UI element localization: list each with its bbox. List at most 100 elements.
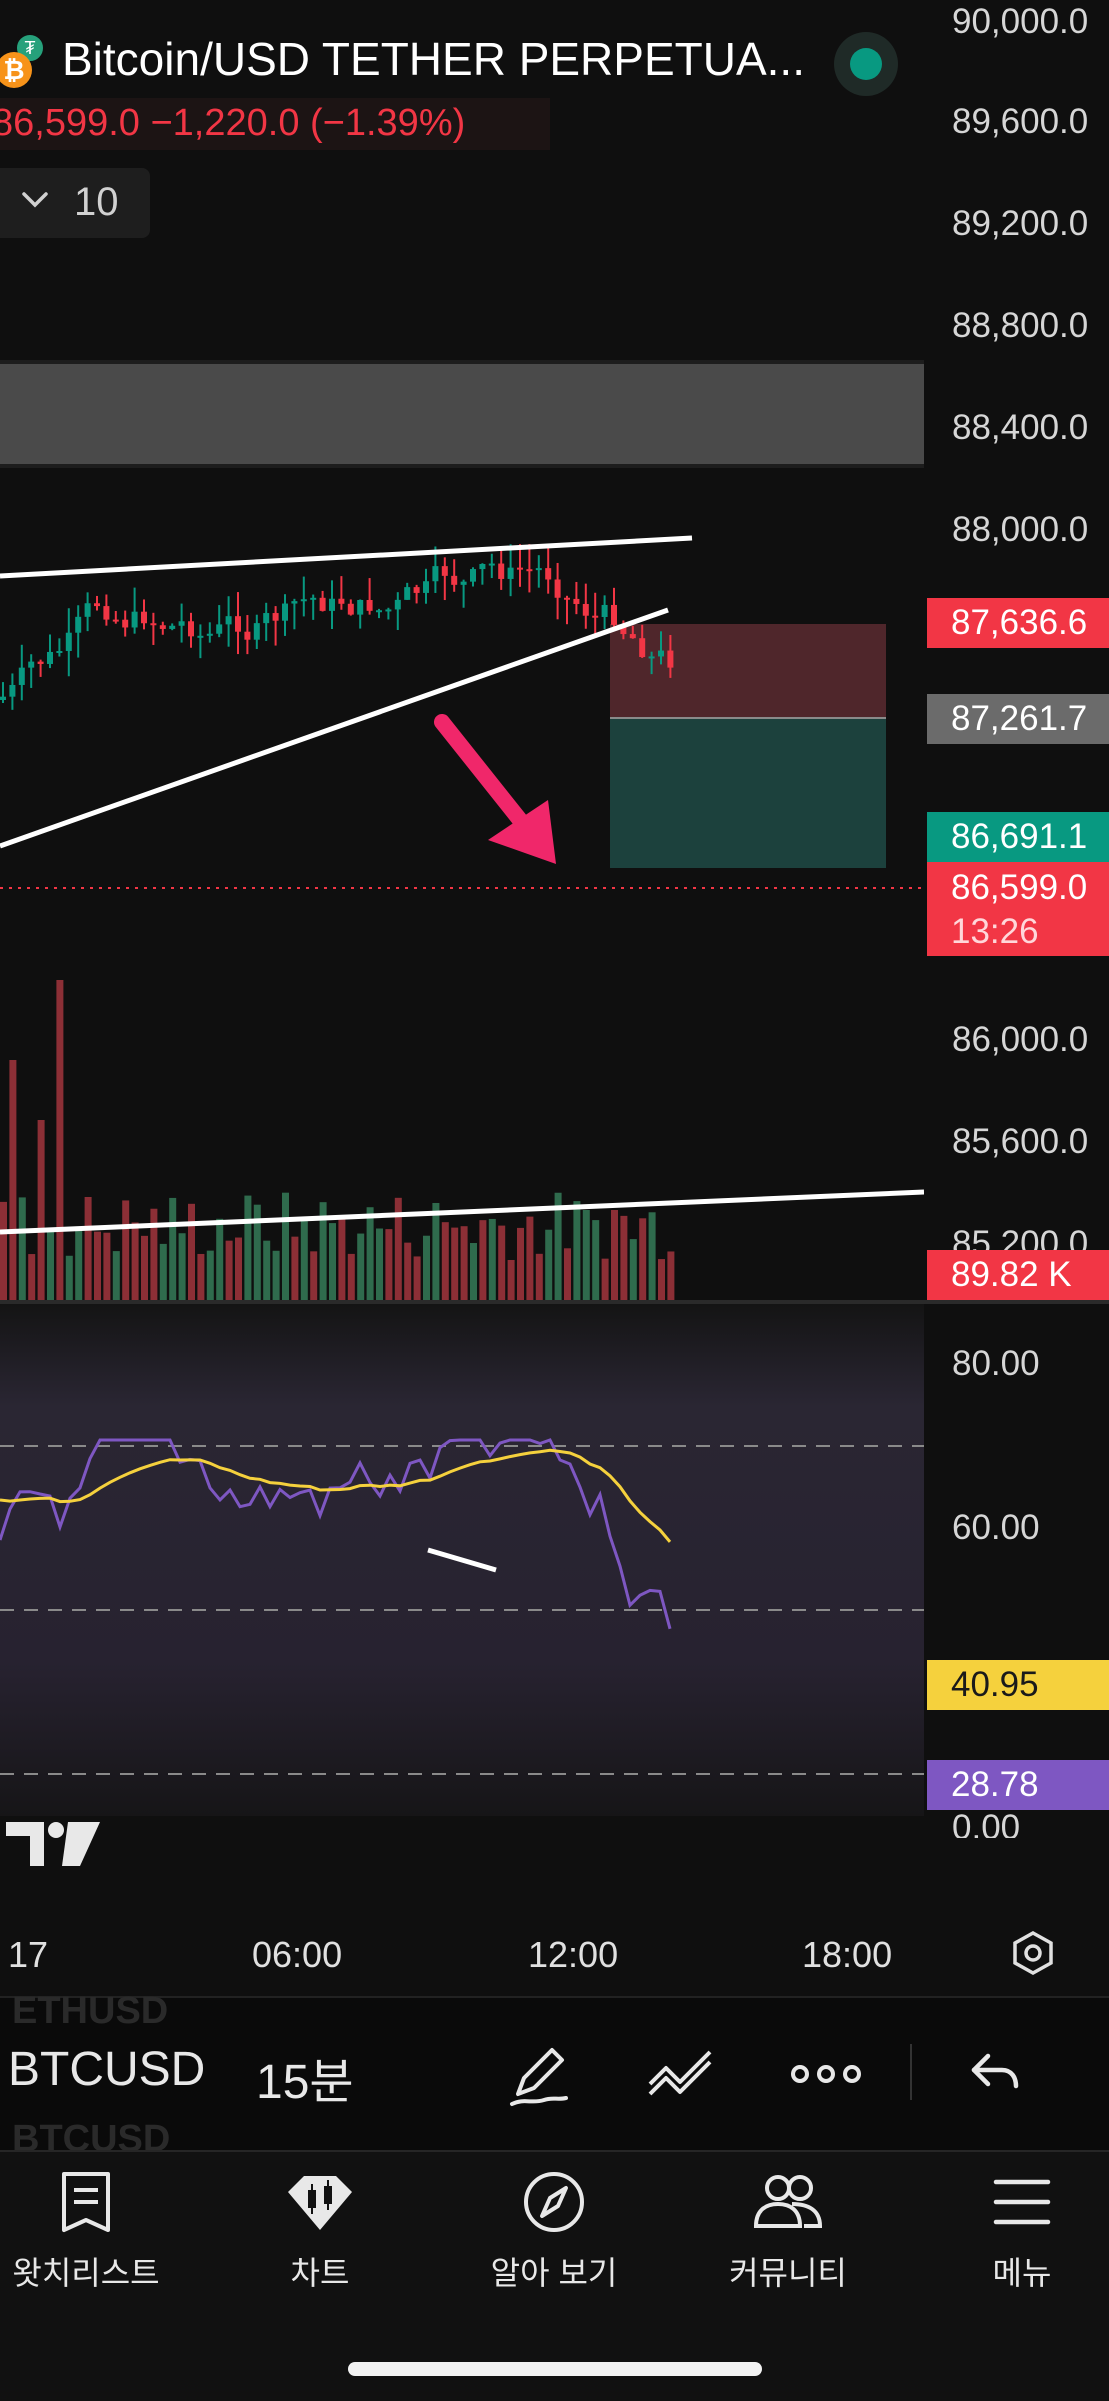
rsi-divergence-line — [427, 1547, 497, 1573]
volume-bar — [178, 1233, 186, 1300]
rsi-line — [0, 1438, 672, 1630]
volume-bar — [338, 1217, 346, 1300]
volume-bar — [620, 1215, 628, 1300]
candle-body — [639, 638, 646, 658]
volume-bar — [216, 1218, 224, 1300]
candle-body — [319, 597, 326, 611]
volume-bar — [460, 1226, 468, 1300]
volume-bar — [611, 1210, 618, 1300]
candle-body — [65, 632, 72, 652]
candle-body — [338, 598, 345, 604]
candle-body — [488, 563, 495, 566]
down-arrow-shaft — [434, 714, 528, 828]
candle-body — [629, 634, 636, 639]
volume-bar — [564, 1248, 571, 1300]
tradingview-logo-icon[interactable] — [6, 1818, 102, 1870]
candle-body — [159, 625, 166, 629]
volume-bar — [122, 1200, 130, 1300]
candle-body — [150, 623, 157, 626]
volume-bar — [56, 980, 64, 1300]
volume-bar — [65, 1255, 73, 1300]
candle-body — [329, 598, 335, 611]
time-axis-label: 17 — [8, 1934, 49, 1975]
volume-bar — [432, 1202, 440, 1300]
volume-bar — [479, 1220, 487, 1300]
volume-bar — [159, 1243, 167, 1300]
candle-body — [357, 599, 364, 615]
candle-body — [18, 667, 25, 685]
candle-body — [225, 616, 232, 625]
pen-icon[interactable] — [504, 2038, 576, 2110]
volume-bar — [84, 1196, 92, 1300]
candle-body — [451, 575, 458, 585]
volume-bar — [498, 1225, 506, 1300]
candle-body — [470, 569, 476, 582]
candle-body — [28, 661, 35, 668]
candle-body — [188, 621, 194, 637]
more-dots-icon[interactable] — [790, 2038, 862, 2110]
nav-item-watchlist[interactable]: 왓치리스트 — [0, 2170, 186, 2294]
volume-bar — [545, 1229, 553, 1300]
price-axis-label: 90,000.0 — [952, 2, 1089, 41]
entry-price-tag: 87,261.7 — [927, 694, 1109, 744]
candle-body — [300, 599, 307, 602]
line-chart-icon[interactable] — [646, 2038, 718, 2110]
volume-bar — [263, 1240, 271, 1300]
timeframe-selector[interactable]: 15분 — [256, 2042, 354, 2112]
price-axis-label: 88,000.0 — [952, 510, 1089, 549]
nav-item-menu[interactable]: 메뉴 — [922, 2170, 1109, 2294]
candle-body — [667, 650, 674, 668]
candle-body — [112, 619, 119, 622]
candle-body — [394, 599, 401, 610]
volume-bar — [235, 1237, 242, 1300]
candle-body — [554, 579, 561, 598]
candle-body — [498, 563, 505, 579]
candle-body — [272, 613, 279, 621]
volume-bar — [592, 1220, 600, 1300]
candle-body — [592, 615, 599, 618]
take-profit-price-tag: 86,691.1 — [927, 812, 1109, 862]
home-indicator[interactable] — [348, 2362, 762, 2376]
menu-icon — [993, 2179, 1051, 2225]
toolbar-separator — [910, 2044, 912, 2100]
hexagon-settings-icon[interactable] — [1010, 1930, 1056, 1976]
candle-body — [385, 609, 392, 612]
candle-body — [347, 603, 354, 615]
nav-label: 왓치리스트 — [12, 2255, 160, 2291]
rsi-axis-label: 60.00 — [952, 1508, 1040, 1547]
symbol-selector[interactable]: BTCUSD — [8, 2042, 205, 2097]
candle-body — [658, 650, 664, 657]
price-axis-label: 89,200.0 — [952, 204, 1089, 243]
volume-bar — [37, 1120, 45, 1300]
volume-bar — [629, 1239, 637, 1300]
candle-body — [517, 567, 523, 570]
candle-body — [47, 651, 53, 664]
volume-bar — [206, 1250, 214, 1300]
volume-bar — [582, 1210, 590, 1300]
candle-body — [0, 696, 6, 700]
nav-item-explore[interactable]: 알아 보기 — [454, 2170, 654, 2294]
down-arrow-head — [488, 800, 556, 864]
stop-loss-price-tag: 87,636.6 — [927, 598, 1109, 648]
candle-body — [56, 651, 63, 654]
volume-bar — [517, 1227, 524, 1300]
volume-bar — [648, 1212, 656, 1300]
volume-bar — [141, 1235, 148, 1300]
undo-icon[interactable] — [958, 2038, 1030, 2110]
volume-bar — [441, 1222, 449, 1300]
volume-bar — [47, 1231, 54, 1300]
candle-body — [206, 633, 213, 636]
last-price-tag: 86,599.0 13:26 — [927, 862, 1109, 956]
volume-bar — [169, 1197, 177, 1300]
volume-bar — [376, 1228, 383, 1300]
candle-body — [479, 564, 486, 570]
volume-bar — [535, 1253, 543, 1300]
price-chart-canvas[interactable] — [0, 0, 924, 1820]
candle-body — [37, 661, 44, 664]
candle-body — [648, 656, 655, 659]
nav-item-chart[interactable]: 차트 — [220, 2170, 420, 2294]
volume-bar — [470, 1243, 477, 1300]
candle-body — [9, 684, 16, 697]
candle-body — [601, 604, 608, 618]
nav-item-community[interactable]: 커뮤니티 — [688, 2170, 888, 2294]
